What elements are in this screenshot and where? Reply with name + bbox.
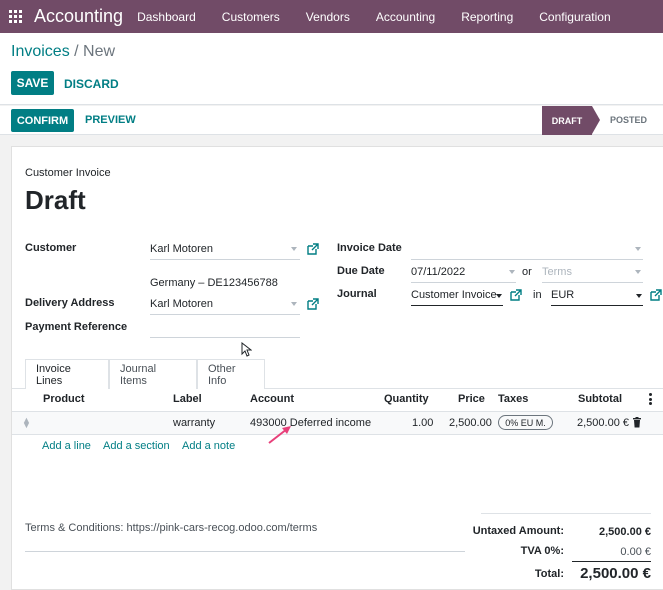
payment-reference-label: Payment Reference bbox=[25, 321, 128, 333]
payment-reference-underline bbox=[150, 337, 300, 338]
tva-value: 0.00 € bbox=[620, 546, 651, 558]
invoice-date-underline bbox=[411, 259, 643, 260]
journal-underline bbox=[411, 305, 503, 306]
due-date-field[interactable]: 07/11/2022 bbox=[411, 266, 465, 278]
customer-field-underline bbox=[150, 259, 300, 260]
invoice-date-label: Invoice Date bbox=[337, 242, 402, 254]
breadcrumb-separator: / bbox=[69, 43, 84, 60]
terms-underline bbox=[25, 551, 465, 552]
due-date-underline bbox=[411, 282, 516, 283]
col-quantity[interactable]: Quantity bbox=[384, 393, 429, 405]
row-subtotal: 2,500.00 € bbox=[577, 417, 629, 429]
invoice-date-field[interactable] bbox=[411, 243, 643, 257]
menu-configuration[interactable]: Configuration bbox=[539, 10, 610, 24]
total-value: 2,500.00 € bbox=[580, 565, 651, 582]
discard-button[interactable]: DISCARD bbox=[64, 77, 119, 91]
customer-dropdown-icon[interactable] bbox=[291, 247, 297, 251]
payment-terms-field[interactable]: Terms bbox=[542, 266, 572, 278]
due-date-dropdown-icon[interactable] bbox=[509, 270, 515, 274]
stage-draft: DRAFT bbox=[542, 106, 592, 135]
total-label: Total: bbox=[534, 568, 564, 580]
col-price[interactable]: Price bbox=[458, 393, 485, 405]
external-link-icon[interactable] bbox=[650, 289, 662, 301]
delivery-field-underline bbox=[150, 314, 300, 315]
stage-draft-arrow bbox=[592, 106, 600, 134]
delivery-address-field[interactable]: Karl Motoren bbox=[150, 298, 213, 310]
confirm-button[interactable]: CONFIRM bbox=[11, 109, 74, 132]
external-link-icon[interactable] bbox=[307, 298, 319, 310]
row-label[interactable]: warranty bbox=[173, 417, 215, 429]
mouse-cursor-icon bbox=[241, 342, 252, 357]
row-divider bbox=[12, 434, 663, 435]
customer-address: Germany – DE123456788 bbox=[150, 277, 278, 289]
row-price[interactable]: 2,500.00 bbox=[449, 417, 492, 429]
app-brand[interactable]: Accounting bbox=[34, 6, 123, 27]
tva-label: TVA 0%: bbox=[520, 545, 564, 557]
control-panel: Invoices / New SAVE DISCARD bbox=[0, 33, 663, 105]
totals-top-divider bbox=[481, 513, 651, 514]
breadcrumb-invoices[interactable]: Invoices bbox=[11, 43, 70, 60]
row-quantity[interactable]: 1.00 bbox=[412, 417, 433, 429]
row-product[interactable] bbox=[43, 417, 163, 431]
kebab-menu-icon[interactable] bbox=[649, 393, 652, 405]
journal-label: Journal bbox=[337, 288, 377, 300]
stage-posted[interactable]: POSTED bbox=[610, 115, 647, 125]
payment-reference-field[interactable] bbox=[150, 322, 300, 336]
preview-button[interactable]: PREVIEW bbox=[85, 114, 136, 126]
add-note-link[interactable]: Add a note bbox=[182, 440, 235, 452]
tab-journal-items[interactable]: Journal Items bbox=[109, 359, 197, 389]
menu-customers[interactable]: Customers bbox=[222, 10, 280, 24]
save-button[interactable]: SAVE bbox=[11, 71, 54, 95]
col-subtotal[interactable]: Subtotal bbox=[578, 393, 622, 405]
tax-badge[interactable]: 0% EU M. bbox=[498, 415, 553, 430]
currency-underline bbox=[551, 305, 643, 306]
total-divider bbox=[572, 561, 651, 562]
journal-dropdown-icon[interactable] bbox=[496, 294, 502, 298]
delivery-dropdown-icon[interactable] bbox=[291, 302, 297, 306]
col-taxes[interactable]: Taxes bbox=[498, 393, 528, 405]
invoice-form-sheet: Customer Invoice Draft Customer Karl Mot… bbox=[11, 146, 663, 590]
invoice-type-label: Customer Invoice bbox=[25, 167, 111, 179]
due-date-label: Due Date bbox=[337, 265, 385, 277]
top-navbar: Accounting Dashboard Customers Vendors A… bbox=[0, 0, 663, 33]
customer-field[interactable]: Karl Motoren bbox=[150, 243, 213, 255]
menu-vendors[interactable]: Vendors bbox=[306, 10, 350, 24]
or-label: or bbox=[522, 266, 532, 278]
delivery-address-label: Delivery Address bbox=[25, 297, 115, 309]
col-product[interactable]: Product bbox=[43, 393, 85, 405]
customer-label: Customer bbox=[25, 242, 77, 254]
menu-dashboard[interactable]: Dashboard bbox=[137, 10, 196, 24]
untaxed-amount-label: Untaxed Amount: bbox=[472, 525, 564, 537]
trash-icon[interactable] bbox=[632, 417, 642, 428]
breadcrumb: Invoices / New bbox=[11, 43, 115, 61]
in-label: in bbox=[533, 289, 542, 301]
menu-accounting[interactable]: Accounting bbox=[376, 10, 435, 24]
tab-invoice-lines[interactable]: Invoice Lines bbox=[25, 359, 109, 389]
external-link-icon[interactable] bbox=[510, 289, 522, 301]
menu-reporting[interactable]: Reporting bbox=[461, 10, 513, 24]
journal-field[interactable]: Customer Invoice bbox=[411, 289, 497, 301]
currency-dropdown-icon[interactable] bbox=[636, 294, 642, 298]
add-line-link[interactable]: Add a line bbox=[42, 440, 91, 452]
invoice-date-dropdown-icon[interactable] bbox=[635, 247, 641, 251]
apps-grid-icon[interactable] bbox=[0, 0, 30, 33]
add-section-link[interactable]: Add a section bbox=[103, 440, 170, 452]
annotation-arrow-icon bbox=[268, 426, 291, 444]
breadcrumb-current: New bbox=[83, 43, 116, 60]
external-link-icon[interactable] bbox=[307, 243, 319, 255]
payment-terms-dropdown-icon[interactable] bbox=[635, 270, 641, 274]
untaxed-amount-value: 2,500.00 € bbox=[599, 526, 651, 538]
drag-handle-icon[interactable]: ▲ ▼ bbox=[22, 416, 31, 430]
terms-conditions[interactable]: Terms & Conditions: https://pink-cars-re… bbox=[25, 522, 317, 534]
currency-field[interactable]: EUR bbox=[551, 289, 574, 301]
main-menu: Dashboard Customers Vendors Accounting R… bbox=[137, 10, 637, 24]
col-account[interactable]: Account bbox=[250, 393, 294, 405]
payment-terms-underline bbox=[542, 282, 643, 283]
col-label[interactable]: Label bbox=[173, 393, 202, 405]
status-bar: CONFIRM PREVIEW DRAFT POSTED bbox=[0, 106, 663, 135]
invoice-title: Draft bbox=[25, 185, 86, 215]
tab-other-info[interactable]: Other Info bbox=[197, 359, 265, 389]
